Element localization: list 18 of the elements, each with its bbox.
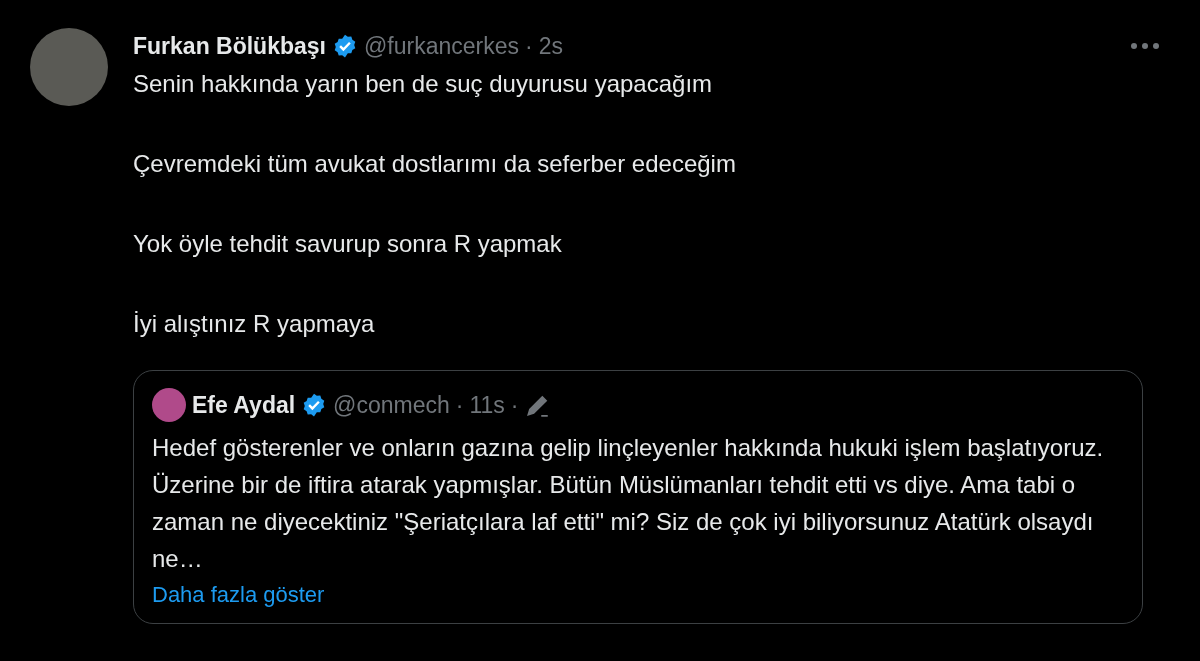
author-name[interactable]: Furkan Bölükbaşı [133, 32, 326, 60]
quoted-post-card[interactable] [133, 370, 1143, 624]
separator-dot: · [455, 391, 464, 419]
post-time: 11s [469, 391, 505, 419]
avatar-placeholder [152, 388, 186, 422]
show-more-link[interactable]: Daha fazla göster [152, 577, 325, 613]
tweet-text: İyi alıştınız R yapmaya [133, 309, 376, 339]
tweet-text: Yok öyle tehdit savurup sonra R yapmak [133, 229, 563, 259]
author-handle[interactable]: @furkancerkes [364, 32, 519, 60]
author-name: Efe Aydal [192, 391, 296, 419]
tweet-text: Senin hakkında yarın ben de suç duyurusu yapacağım [133, 69, 714, 99]
author-handle: @conmech [333, 391, 450, 419]
quoted-post-text: Hedef gösterenler ve onların gazına gelip linçleyenler hakkında hukuki işlem başlatıyoruz. Üzerine bir de iftira atarak yapmışlar. Bütün Müslümanları tehdit etti vs diye. Ama tabi o zaman ne diyecektiniz "Şeriatçılara laf etti" mi? Siz de çok iyi biliyorsunuz Atatürk olsaydı ne… [152, 433, 1105, 574]
post-time[interactable]: 2s [538, 32, 563, 60]
tweet-text: Çevremdeki tüm avukat dostlarımı da seferber edeceğim [133, 149, 737, 179]
separator-dot: · [525, 32, 533, 60]
more-options-icon[interactable] [1130, 42, 1160, 50]
separator-dot: · [510, 391, 519, 419]
